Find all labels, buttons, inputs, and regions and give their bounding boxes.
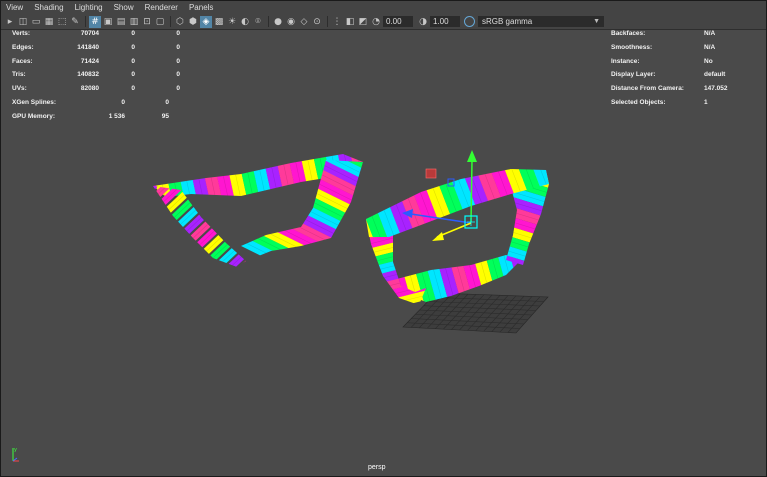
field-chart-icon[interactable]: ⊡ [141,16,153,28]
manipulator-plane-handle[interactable] [425,168,437,179]
mesh-edge [229,191,363,265]
camera-name-label: persp [368,464,386,471]
panel-menubar: View Shading Lighting Show Renderer Pane… [1,1,766,14]
view-transform-value: sRGB gamma [482,17,533,26]
shadows-icon[interactable]: ◐ [239,16,251,28]
gamma-field[interactable]: 1.00 [430,16,460,27]
view-axis-icon: y [12,447,19,462]
toolbar-separator [268,16,269,27]
textured-icon[interactable]: ▩ [213,16,225,28]
mesh-edge [229,199,363,265]
mesh-edge [215,154,255,197]
scene-canvas[interactable] [1,30,766,476]
chevron-down-icon: ▼ [593,18,600,25]
mesh-edge [359,154,363,197]
wireframe-icon[interactable]: ⬡ [174,16,186,28]
backface-culling-icon[interactable]: ◩ [357,16,369,28]
mesh-uv-stripe [159,205,246,267]
grease-pencil-icon[interactable]: ✎ [69,16,81,28]
camera-attributes-icon[interactable]: ◫ [17,16,29,28]
depth-of-field-icon[interactable]: ⊙ [311,16,323,28]
mesh-edge [155,200,246,267]
grid-icon[interactable]: # [89,15,101,28]
gamma-icon[interactable]: ◑ [417,16,429,28]
safe-action-icon[interactable]: ▢ [154,16,166,28]
menu-lighting[interactable]: Lighting [70,3,109,12]
mesh-edge [229,208,363,265]
mesh-uv-stripe [499,169,549,237]
3d-viewport[interactable]: Verts: 70704 0 0 Edges: 141840 0 0 Faces: 71424 0 0… [1,30,766,476]
toolbar-separator [85,16,86,27]
gate-mask-icon[interactable]: ▥ [128,16,140,28]
menu-renderer[interactable]: Renderer [140,3,184,12]
select-camera-icon[interactable]: ▸ [4,16,16,28]
mesh-edge [153,186,246,267]
mesh-uv-stripe [353,154,363,197]
menu-panels[interactable]: Panels [184,3,219,12]
motion-blur-icon[interactable]: ◉ [285,16,297,28]
svg-text:y: y [14,447,17,453]
film-gate-icon[interactable]: ▣ [102,16,114,28]
mesh-uv-stripe [153,198,246,267]
screen-space-ao-icon[interactable]: ● [272,16,284,28]
bookmark-icon[interactable]: ▭ [30,16,42,28]
mesh-edge [153,194,246,267]
menu-shading[interactable]: Shading [29,3,69,12]
exposure-field[interactable]: 0.00 [383,16,413,27]
wireframe-on-shaded-icon[interactable]: ◈ [200,15,212,28]
menu-view[interactable]: View [1,3,29,12]
mesh-edge [263,154,303,197]
isolate-select-icon[interactable]: ⌾ [252,16,264,28]
manipulator-x-arrow[interactable] [432,232,444,241]
mesh-edge [227,154,267,197]
xray-icon[interactable]: ⋮ [331,16,343,28]
left-mesh[interactable] [83,51,429,354]
panel-toolbar: ▸ ◫ ▭ ▦ ⬚ ✎ # ▣ ▤ ▥ ⊡ ▢ ⬡ ⬢ ◈ ▩ ☀ ◐ ⌾ ● … [1,14,766,30]
mesh-edge [251,154,291,197]
manipulator-y-arrow[interactable] [467,150,477,162]
exposure-icon[interactable]: ◔ [370,16,382,28]
mesh-edge [239,154,279,197]
use-all-lights-icon[interactable]: ☀ [226,16,238,28]
anti-aliasing-icon[interactable]: ◇ [298,16,310,28]
manipulator-y-axis[interactable] [470,159,473,223]
toolbar-separator [170,16,171,27]
mesh-uv-stripe [229,204,363,265]
mesh-uv-stripe [166,212,246,267]
xray-joints-icon[interactable]: ◧ [344,16,356,28]
menu-show[interactable]: Show [109,3,140,12]
image-plane-icon[interactable]: ▦ [43,16,55,28]
2d-pan-zoom-icon[interactable]: ⬚ [56,16,68,28]
toolbar-separator [327,16,328,27]
mesh-edge [162,207,246,267]
mesh-uv-stripe [341,154,363,197]
mesh-edge [347,154,363,197]
view-transform-dropdown[interactable]: sRGB gamma ▼ [478,16,604,27]
resolution-gate-icon[interactable]: ▤ [115,16,127,28]
smooth-shade-icon[interactable]: ⬢ [187,16,199,28]
maya-viewport-panel: View Shading Lighting Show Renderer Pane… [0,0,767,477]
color-management-icon[interactable] [464,16,475,27]
